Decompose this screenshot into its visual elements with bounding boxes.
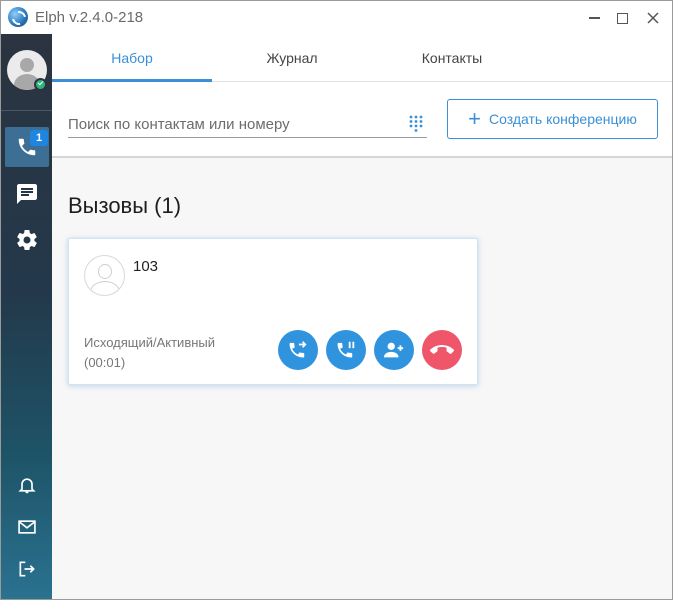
- presence-online-icon: [34, 78, 47, 91]
- transfer-icon: [289, 341, 307, 358]
- tab-contacts[interactable]: Контакты: [372, 34, 532, 82]
- add-participant-icon: [383, 342, 404, 358]
- minimize-button[interactable]: [583, 7, 605, 29]
- sidebar-item-messages[interactable]: [5, 507, 49, 547]
- caller-avatar-icon: [84, 255, 125, 296]
- call-direction-state: Исходящий/Активный: [84, 335, 216, 350]
- gear-icon: [17, 230, 37, 251]
- maximize-button[interactable]: [611, 7, 633, 29]
- sidebar-item-settings[interactable]: [5, 220, 49, 260]
- minimize-icon: [588, 17, 600, 19]
- calls-heading: Вызовы (1): [68, 193, 182, 218]
- search-bar: + Создать конференцию: [52, 82, 672, 158]
- call-card: 103 Исходящий/Активный (00:01): [68, 238, 478, 385]
- calls-count-badge: 1: [30, 130, 48, 146]
- hangup-icon: [430, 345, 454, 354]
- logout-icon: [19, 561, 35, 577]
- chat-icon: [17, 184, 37, 204]
- sidebar-divider: [1, 110, 52, 111]
- create-conference-button[interactable]: + Создать конференцию: [447, 99, 658, 139]
- maximize-icon: [616, 12, 628, 24]
- call-number: 103: [133, 258, 159, 275]
- bell-icon: [18, 478, 36, 494]
- close-icon: [647, 12, 659, 24]
- sidebar-item-logout[interactable]: [5, 549, 49, 589]
- call-duration: (00:01): [84, 355, 126, 370]
- hold-call-button[interactable]: [326, 330, 366, 370]
- dialpad-icon[interactable]: [409, 115, 423, 133]
- hold-icon: [337, 341, 355, 358]
- tab-log[interactable]: Журнал: [212, 34, 372, 82]
- avatar-head: [20, 58, 34, 72]
- tab-dial[interactable]: Набор: [52, 34, 212, 82]
- sidebar-item-notifications[interactable]: [5, 465, 49, 505]
- sidebar-item-calls[interactable]: 1: [5, 127, 49, 167]
- app-window: Elph v.2.4.0-218 1 Набор Журнал Контакты…: [0, 0, 673, 600]
- close-button[interactable]: [642, 7, 664, 29]
- create-conference-label: Создать конференцию: [489, 111, 637, 127]
- search-field: [68, 112, 427, 138]
- plus-icon: +: [468, 106, 481, 131]
- transfer-call-button[interactable]: [278, 330, 318, 370]
- search-input[interactable]: [68, 112, 398, 136]
- app-title: Elph v.2.4.0-218: [35, 9, 144, 26]
- tab-bar: Набор Журнал Контакты: [52, 34, 672, 82]
- app-logo-icon: [8, 7, 28, 27]
- hangup-button[interactable]: [422, 330, 462, 370]
- add-participant-button[interactable]: [374, 330, 414, 370]
- sidebar: 1: [1, 34, 52, 599]
- title-bar[interactable]: Elph v.2.4.0-218: [1, 1, 672, 34]
- sidebar-item-chat[interactable]: [5, 174, 49, 214]
- call-status: Исходящий/Активный (00:01): [84, 333, 215, 373]
- mail-icon: [18, 520, 36, 534]
- call-actions: [278, 330, 462, 370]
